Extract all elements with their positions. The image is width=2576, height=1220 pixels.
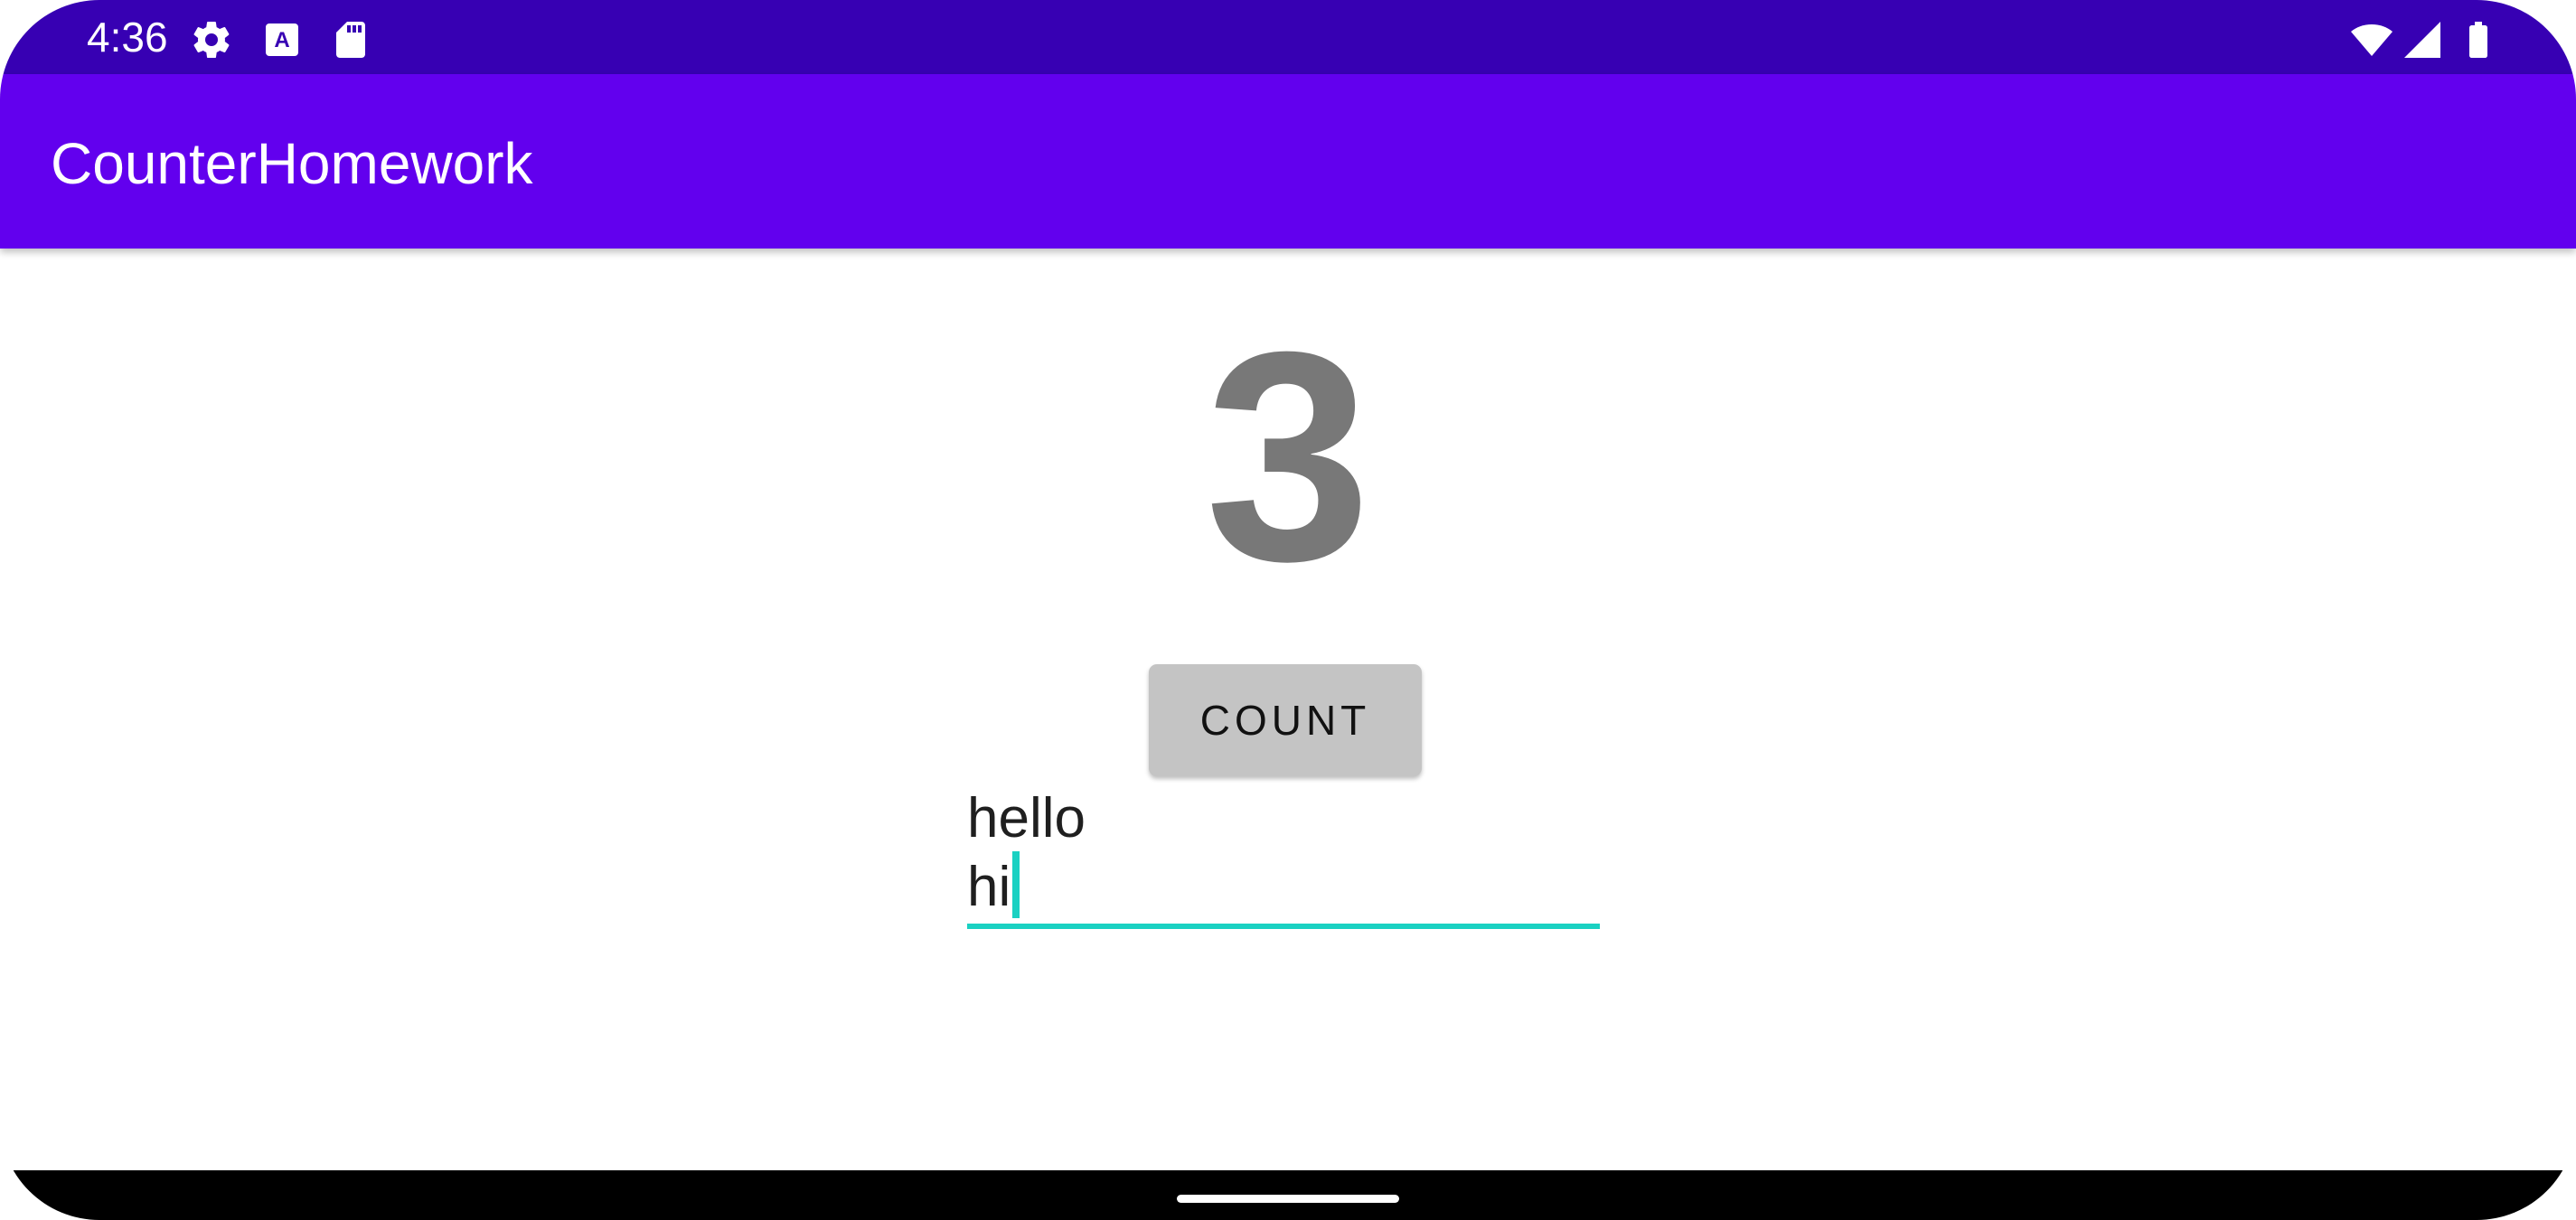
wifi-icon [2350,18,2393,61]
text-input-field[interactable]: hello hi [967,786,1600,931]
text-cursor [1012,851,1020,918]
gear-icon [190,18,233,61]
status-time: 4:36 [87,14,168,61]
input-line-2-text: hi [967,856,1011,918]
counter-display: 3 [1205,289,1371,623]
input-line-2: hi [967,851,1600,920]
app-bar: CounterHomework [0,74,2576,249]
sd-card-icon [329,18,372,61]
app-title: CounterHomework [51,131,533,196]
home-gesture-handle[interactable] [1177,1195,1399,1203]
navigation-bar [0,1170,2576,1220]
battery-icon [2457,18,2500,61]
count-button[interactable]: COUNT [1149,664,1422,776]
svg-text:A: A [274,28,289,52]
text-a-icon: A [260,18,304,61]
input-underline [967,924,1600,929]
cell-signal-icon [2401,18,2444,61]
status-bar: 4:36 A [0,0,2576,74]
input-line-1: hello [967,787,1086,849]
device-screen: 4:36 A CounterHomework 3 COUNT hello hi [0,0,2576,1220]
